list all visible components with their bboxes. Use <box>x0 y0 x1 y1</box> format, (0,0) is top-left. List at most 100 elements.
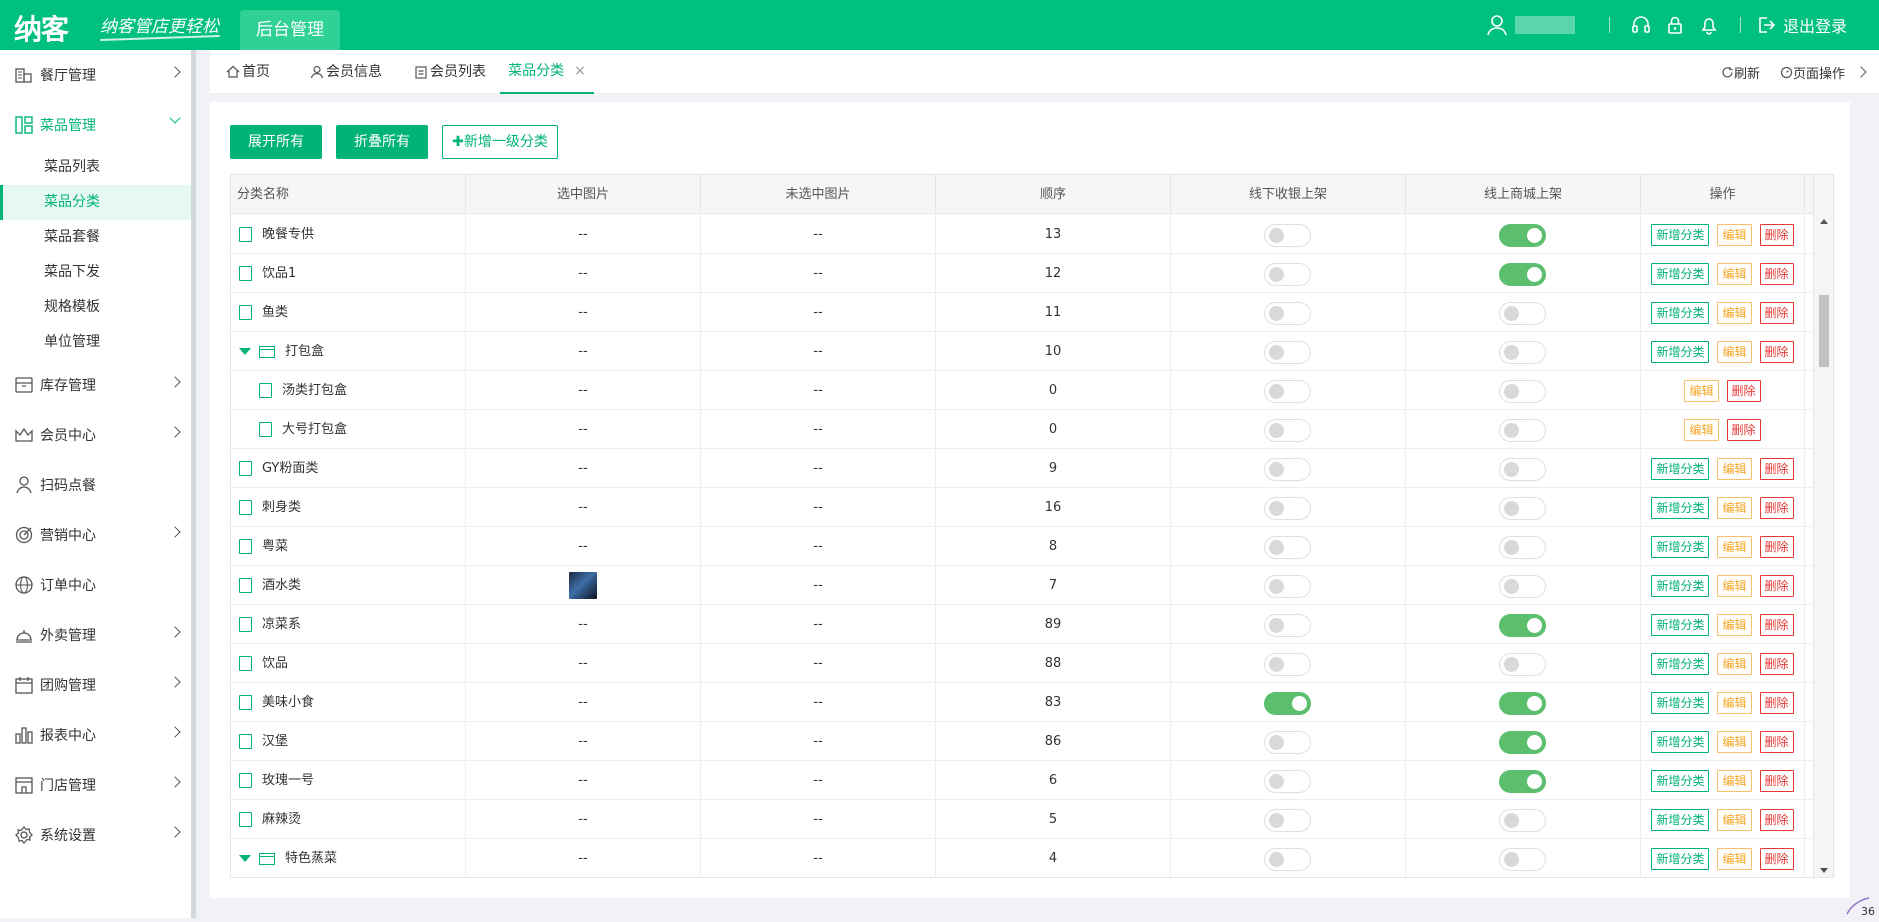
tab-member-list[interactable]: 会员列表 <box>414 50 486 94</box>
delete-button[interactable]: 删除 <box>1760 224 1794 246</box>
offline-shelf-toggle[interactable] <box>1264 770 1311 793</box>
edit-button[interactable]: 编辑 <box>1717 653 1751 675</box>
offline-shelf-toggle[interactable] <box>1264 380 1311 403</box>
online-shelf-toggle[interactable] <box>1499 575 1546 598</box>
add-subcategory-button[interactable]: 新增分类 <box>1651 302 1709 324</box>
bell-icon[interactable] <box>1698 14 1720 36</box>
delete-button[interactable]: 删除 <box>1760 731 1794 753</box>
delete-button[interactable]: 删除 <box>1760 536 1794 558</box>
refresh-button[interactable]: 刷新 <box>1721 63 1760 82</box>
sidebar-item-target[interactable]: 营销中心 <box>0 510 191 560</box>
category-thumbnail[interactable] <box>569 572 597 599</box>
online-shelf-toggle[interactable] <box>1499 458 1546 481</box>
edit-button[interactable]: 编辑 <box>1717 302 1751 324</box>
sidebar-item-calendar[interactable]: 团购管理 <box>0 660 191 710</box>
online-shelf-toggle[interactable] <box>1499 497 1546 520</box>
edit-button[interactable]: 编辑 <box>1684 419 1718 441</box>
edit-button[interactable]: 编辑 <box>1717 536 1751 558</box>
online-shelf-toggle[interactable] <box>1499 341 1546 364</box>
delete-button[interactable]: 删除 <box>1760 848 1794 870</box>
add-subcategory-button[interactable]: 新增分类 <box>1651 653 1709 675</box>
close-icon[interactable]: × <box>574 49 586 93</box>
sidebar-subitem[interactable]: 单位管理 <box>0 325 191 360</box>
offline-shelf-toggle[interactable] <box>1264 419 1311 442</box>
add-subcategory-button[interactable]: 新增分类 <box>1651 731 1709 753</box>
delete-button[interactable]: 删除 <box>1760 341 1794 363</box>
user-icon[interactable] <box>1485 13 1509 37</box>
lock-icon[interactable] <box>1664 14 1686 36</box>
edit-button[interactable]: 编辑 <box>1717 263 1751 285</box>
offline-shelf-toggle[interactable] <box>1264 692 1311 715</box>
online-shelf-toggle[interactable] <box>1499 614 1546 637</box>
sidebar-item-dish[interactable]: 菜品管理 <box>0 100 191 150</box>
online-shelf-toggle[interactable] <box>1499 809 1546 832</box>
add-subcategory-button[interactable]: 新增分类 <box>1651 575 1709 597</box>
delete-button[interactable]: 删除 <box>1760 575 1794 597</box>
offline-shelf-toggle[interactable] <box>1264 458 1311 481</box>
offline-shelf-toggle[interactable] <box>1264 575 1311 598</box>
add-subcategory-button[interactable]: 新增分类 <box>1651 263 1709 285</box>
online-shelf-toggle[interactable] <box>1499 536 1546 559</box>
edit-button[interactable]: 编辑 <box>1717 809 1751 831</box>
expand-caret-icon[interactable] <box>239 855 251 862</box>
delete-button[interactable]: 删除 <box>1760 809 1794 831</box>
offline-shelf-toggle[interactable] <box>1264 302 1311 325</box>
offline-shelf-toggle[interactable] <box>1264 848 1311 871</box>
edit-button[interactable]: 编辑 <box>1717 224 1751 246</box>
edit-button[interactable]: 编辑 <box>1717 692 1751 714</box>
delete-button[interactable]: 删除 <box>1760 653 1794 675</box>
add-subcategory-button[interactable]: 新增分类 <box>1651 692 1709 714</box>
sidebar-item-crown[interactable]: 会员中心 <box>0 410 191 460</box>
edit-button[interactable]: 编辑 <box>1717 575 1751 597</box>
online-shelf-toggle[interactable] <box>1499 380 1546 403</box>
offline-shelf-toggle[interactable] <box>1264 224 1311 247</box>
offline-shelf-toggle[interactable] <box>1264 497 1311 520</box>
delete-button[interactable]: 删除 <box>1760 614 1794 636</box>
sidebar-item-restaurant[interactable]: 餐厅管理 <box>0 50 191 100</box>
page-ops-button[interactable]: 页面操作 <box>1780 63 1845 82</box>
delete-button[interactable]: 删除 <box>1760 263 1794 285</box>
online-shelf-toggle[interactable] <box>1499 770 1546 793</box>
add-subcategory-button[interactable]: 新增分类 <box>1651 224 1709 246</box>
edit-button[interactable]: 编辑 <box>1717 614 1751 636</box>
add-top-category-button[interactable]: ✚新增一级分类 <box>442 125 558 159</box>
tab-dish-category[interactable]: 菜品分类 × <box>500 50 594 94</box>
online-shelf-toggle[interactable] <box>1499 731 1546 754</box>
delete-button[interactable]: 删除 <box>1727 419 1761 441</box>
tab-member-info[interactable]: 会员信息 <box>310 50 382 94</box>
edit-button[interactable]: 编辑 <box>1717 341 1751 363</box>
offline-shelf-toggle[interactable] <box>1264 653 1311 676</box>
edit-button[interactable]: 编辑 <box>1717 731 1751 753</box>
sidebar-item-gear[interactable]: 系统设置 <box>0 810 191 860</box>
logout-button[interactable]: 退出登录 <box>1755 13 1847 37</box>
add-subcategory-button[interactable]: 新增分类 <box>1651 809 1709 831</box>
sidebar-item-inventory[interactable]: 库存管理 <box>0 360 191 410</box>
offline-shelf-toggle[interactable] <box>1264 809 1311 832</box>
add-subcategory-button[interactable]: 新增分类 <box>1651 341 1709 363</box>
sidebar-subitem[interactable]: 菜品列表 <box>0 150 191 185</box>
collapse-all-button[interactable]: 折叠所有 <box>336 125 428 159</box>
delete-button[interactable]: 删除 <box>1760 302 1794 324</box>
scroll-thumb[interactable] <box>1819 295 1829 367</box>
sidebar-item-cloche[interactable]: 外卖管理 <box>0 610 191 660</box>
online-shelf-toggle[interactable] <box>1499 263 1546 286</box>
headset-icon[interactable] <box>1630 14 1652 36</box>
sidebar-item-globe[interactable]: 订单中心 <box>0 560 191 610</box>
offline-shelf-toggle[interactable] <box>1264 731 1311 754</box>
delete-button[interactable]: 删除 <box>1760 458 1794 480</box>
delete-button[interactable]: 删除 <box>1760 497 1794 519</box>
online-shelf-toggle[interactable] <box>1499 848 1546 871</box>
add-subcategory-button[interactable]: 新增分类 <box>1651 848 1709 870</box>
delete-button[interactable]: 删除 <box>1727 380 1761 402</box>
offline-shelf-toggle[interactable] <box>1264 341 1311 364</box>
scroll-down-icon[interactable] <box>1820 868 1828 873</box>
sidebar-subitem[interactable]: 菜品下发 <box>0 255 191 290</box>
tab-home[interactable]: 首页 <box>226 50 270 94</box>
edit-button[interactable]: 编辑 <box>1717 458 1751 480</box>
add-subcategory-button[interactable]: 新增分类 <box>1651 458 1709 480</box>
scroll-up-icon[interactable] <box>1820 219 1828 224</box>
offline-shelf-toggle[interactable] <box>1264 536 1311 559</box>
delete-button[interactable]: 删除 <box>1760 692 1794 714</box>
expand-caret-icon[interactable] <box>239 348 251 355</box>
edit-button[interactable]: 编辑 <box>1717 848 1751 870</box>
